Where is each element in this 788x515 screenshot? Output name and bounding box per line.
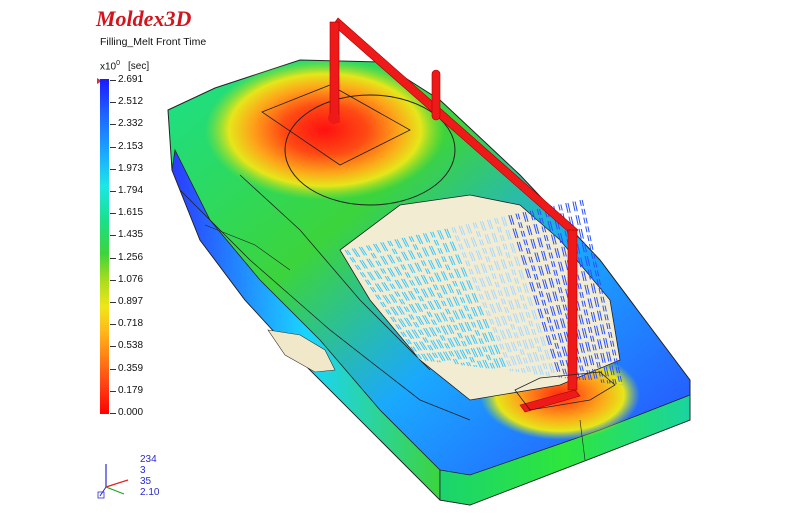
triad-value: 35 bbox=[140, 476, 152, 487]
legend-value: 0.179 bbox=[118, 384, 144, 396]
legend-tick bbox=[110, 168, 116, 170]
legend-value: 2.153 bbox=[118, 140, 144, 152]
legend-value: 2.332 bbox=[118, 118, 144, 130]
legend-tick bbox=[110, 80, 116, 81]
triad-value: 234 bbox=[140, 454, 157, 465]
legend-tick bbox=[110, 346, 116, 348]
legend-value: 2.691 bbox=[118, 74, 144, 85]
part-model-view[interactable] bbox=[150, 10, 710, 510]
legend-tick bbox=[110, 324, 116, 326]
legend-tick bbox=[110, 279, 116, 281]
legend-tick bbox=[110, 102, 116, 104]
unit-label: [sec] bbox=[128, 61, 150, 73]
legend-tick bbox=[110, 213, 116, 215]
legend-tick bbox=[110, 390, 116, 392]
legend-value: 0.718 bbox=[118, 318, 144, 330]
legend-tick bbox=[110, 302, 116, 303]
legend-value: 1.973 bbox=[118, 162, 144, 174]
legend-tick bbox=[110, 235, 116, 237]
legend-tick bbox=[110, 124, 116, 126]
legend-value: 1.256 bbox=[118, 251, 144, 263]
legend-tick bbox=[110, 368, 116, 370]
legend-value: 1.615 bbox=[118, 207, 144, 219]
legend-tick bbox=[110, 146, 116, 148]
legend-value: 0.359 bbox=[118, 362, 144, 374]
legend-value: 1.794 bbox=[118, 185, 144, 196]
triad-value: 3 bbox=[140, 465, 146, 476]
legend-tick bbox=[110, 191, 116, 192]
legend-value: 1.435 bbox=[118, 229, 144, 241]
legend-tick bbox=[110, 257, 116, 259]
legend-value: 0.538 bbox=[118, 340, 144, 352]
triad-value: 2.10 bbox=[140, 487, 160, 498]
legend-value: 2.512 bbox=[118, 96, 144, 108]
legend-scale-unit: x100 [sec] bbox=[100, 60, 149, 72]
legend-value: 0.000 bbox=[118, 407, 144, 418]
scale-prefix: x10 bbox=[100, 61, 117, 73]
legend-value: 1.076 bbox=[118, 273, 144, 285]
legend-value: 0.897 bbox=[118, 296, 144, 307]
legend-colorbar[interactable] bbox=[100, 79, 109, 414]
scale-exponent: 0 bbox=[116, 60, 121, 67]
legend-tick bbox=[110, 413, 116, 414]
